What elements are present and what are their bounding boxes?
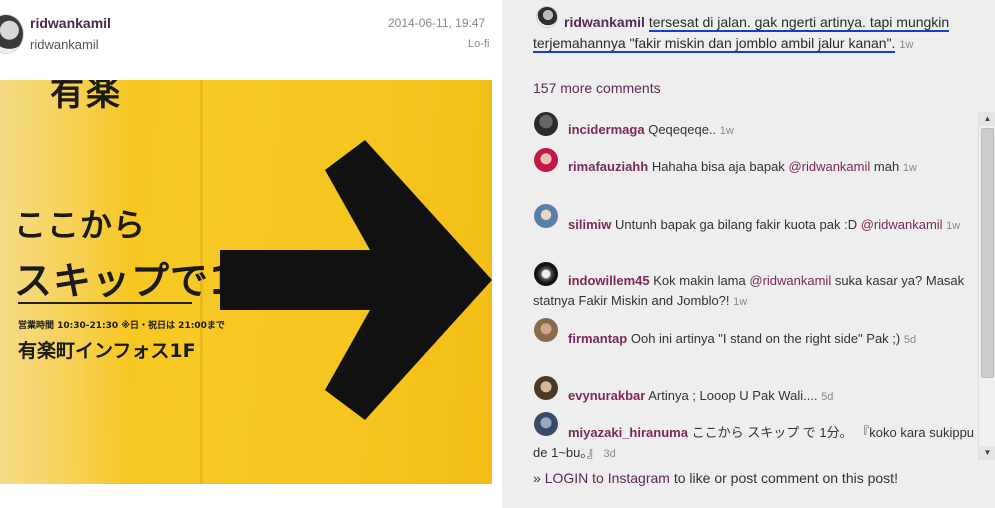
right-arrow-icon [220, 140, 492, 420]
post-photo: 有楽 ここから スキップで1分 営業時間 10:30-21:30 ※日・祝日は … [0, 80, 492, 484]
photo-divider [18, 302, 192, 304]
comment-text: Artinya ; Looop U Pak Wali.... [648, 388, 818, 403]
comment-username[interactable]: silimiw [568, 217, 611, 232]
login-prompt: » LOGIN to Instagram to like or post com… [533, 470, 898, 486]
caption: ridwankamil tersesat di jalan. gak ngert… [533, 12, 993, 56]
post-username[interactable]: ridwankamil [30, 15, 111, 31]
login-suffix: to like or post comment on this post! [673, 470, 898, 486]
comment-username[interactable]: evynurakbar [568, 388, 645, 403]
scroll-down-icon[interactable]: ▼ [979, 446, 995, 460]
comment-age: 5d [903, 334, 917, 346]
avatar[interactable] [0, 14, 24, 54]
comment-item: incidermaga Qeqeqeqe.. 1w [533, 120, 979, 141]
photo-text-store: 有楽町インフォス1F [18, 340, 196, 362]
comment-age: 1w [902, 162, 917, 174]
login-prefix: » [533, 470, 541, 486]
comments-scrollbar[interactable]: ▲ ▼ [978, 112, 995, 460]
comment-age: 1w [719, 125, 734, 137]
caption-age: 1w [899, 39, 914, 51]
comment-text: Qeqeqeqe.. [648, 122, 717, 137]
login-link[interactable]: LOGIN to Instagram [545, 470, 670, 486]
comment-age: 1w [946, 220, 961, 232]
post-timestamp: 2014-06-11, 19:47 [388, 16, 486, 30]
comment-item: indowillem45 Kok makin lama @ridwankamil… [533, 271, 979, 312]
comment-username[interactable]: firmantap [568, 331, 627, 346]
comment-mention[interactable]: @ridwankamil [861, 217, 943, 232]
comment-item: silimiw Untunh bapak ga bilang fakir kuo… [533, 215, 979, 236]
comment-mention[interactable]: @ridwankamil [788, 159, 870, 174]
post-filter: Lo-fi [468, 38, 490, 50]
scroll-up-icon[interactable]: ▲ [979, 112, 995, 126]
comment-text: Ooh ini artinya "I stand on the right si… [630, 331, 901, 346]
post-username-secondary: ridwankamil [30, 37, 99, 52]
photo-text-top: 有楽 [50, 80, 122, 114]
comments-panel: ridwankamil tersesat di jalan. gak ngert… [502, 0, 995, 508]
comment-text: Untunh bapak ga bilang fakir kuota pak :… [614, 217, 858, 232]
comment-age: 1w [733, 296, 748, 308]
comment-username[interactable]: incidermaga [568, 122, 645, 137]
comment-item: miyazaki_hiranuma ここから スキップ で 1分。 『koko … [533, 423, 979, 464]
comment-username[interactable]: miyazaki_hiranuma [568, 425, 688, 440]
comment-username[interactable]: indowillem45 [568, 273, 650, 288]
photo-text-hours: 営業時間 10:30-21:30 ※日・祝日は 21:00まで [18, 321, 225, 331]
comment-age: 5d [821, 391, 834, 403]
comment-mention[interactable]: @ridwankamil [749, 273, 831, 288]
comment-item: rimafauziahh Hahaha bisa aja bapak @ridw… [533, 157, 979, 178]
comment-item: evynurakbar Artinya ; Looop U Pak Wali..… [533, 386, 979, 407]
post-card: ridwankamil ridwankamil 2014-06-11, 19:4… [0, 0, 502, 508]
comment-text: Hahaha bisa aja bapak [651, 159, 785, 174]
comment-age: 3d [603, 448, 616, 460]
caption-username[interactable]: ridwankamil [564, 14, 645, 30]
comment-text: Kok makin lama [653, 273, 746, 288]
post-header: ridwankamil ridwankamil 2014-06-11, 19:4… [0, 0, 502, 70]
photo-text-line1: ここから [14, 206, 147, 244]
comment-text-after: mah [873, 159, 900, 174]
more-comments-link[interactable]: 157 more comments [533, 80, 661, 96]
comment-item: firmantap Ooh ini artinya "I stand on th… [533, 329, 979, 350]
scroll-thumb[interactable] [981, 128, 994, 378]
comment-username[interactable]: rimafauziahh [568, 159, 648, 174]
